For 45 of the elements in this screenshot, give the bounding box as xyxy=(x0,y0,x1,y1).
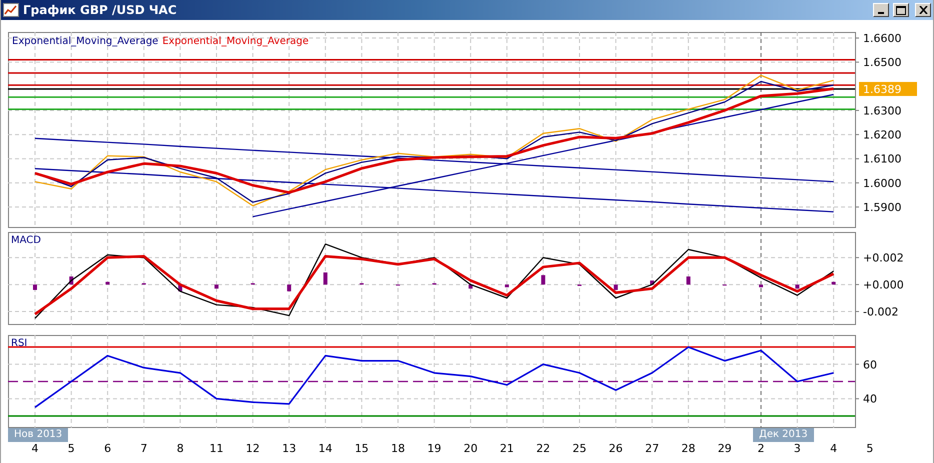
panel-title: RSI xyxy=(11,338,28,349)
axis-label: 26 xyxy=(608,442,623,455)
axis-label: 21 xyxy=(500,442,514,455)
axis-label: 11 xyxy=(210,442,224,455)
axis-label: 1.6000 xyxy=(863,176,902,190)
axis-label: 19 xyxy=(427,442,442,455)
axis-label: 25 xyxy=(572,442,586,455)
price-badge: 1.6389 xyxy=(859,82,917,96)
axis-label: 5 xyxy=(68,442,75,455)
axis-label: +0.002 xyxy=(863,252,904,265)
axis-label: 15 xyxy=(354,442,369,455)
axis-label: 22 xyxy=(536,442,550,455)
axis-label: 4 xyxy=(32,442,38,455)
axis-label: 60 xyxy=(863,358,877,372)
legend-label: Exponential_Moving_Average xyxy=(12,36,158,47)
axis-label: +0.000 xyxy=(863,278,904,292)
axis-label: 1.6100 xyxy=(863,152,902,166)
window-title: График GBP /USD ЧАС xyxy=(23,3,178,17)
axis-label: 13 xyxy=(282,442,296,455)
axis-label: 7 xyxy=(140,442,148,455)
ref-line-label: 1.6389 xyxy=(863,82,902,96)
axis-label: 2 xyxy=(758,442,764,455)
axis-label: 1.5900 xyxy=(863,201,902,214)
axis-label: 8 xyxy=(176,442,184,455)
axis-label: 20 xyxy=(464,442,478,455)
month-label: Дек 2013 xyxy=(753,428,814,442)
axis-label: 1.6500 xyxy=(863,56,902,70)
axis-label: 27 xyxy=(645,442,660,455)
axis-label: 6 xyxy=(104,442,112,455)
axis-label: 1.6200 xyxy=(863,128,902,142)
axis-label: 14 xyxy=(318,442,332,455)
axis-label: 1.6300 xyxy=(863,104,902,118)
legend-label: Exponential_Moving_Average xyxy=(162,36,309,47)
axis-label: 3 xyxy=(794,442,801,455)
axis-label: 4 xyxy=(830,442,838,455)
axis-label: -0.002 xyxy=(863,306,898,319)
axis-label: 1.6600 xyxy=(863,32,902,46)
axis-label: 5 xyxy=(866,442,874,455)
axis-label: 28 xyxy=(681,442,696,455)
axis-label: 12 xyxy=(246,442,260,455)
axis-label: 29 xyxy=(718,442,732,455)
axis-label: 40 xyxy=(863,392,877,406)
axis-label: 18 xyxy=(391,442,405,455)
month-label: Нов 2013 xyxy=(8,428,68,442)
panel-title: MACD xyxy=(11,235,41,246)
